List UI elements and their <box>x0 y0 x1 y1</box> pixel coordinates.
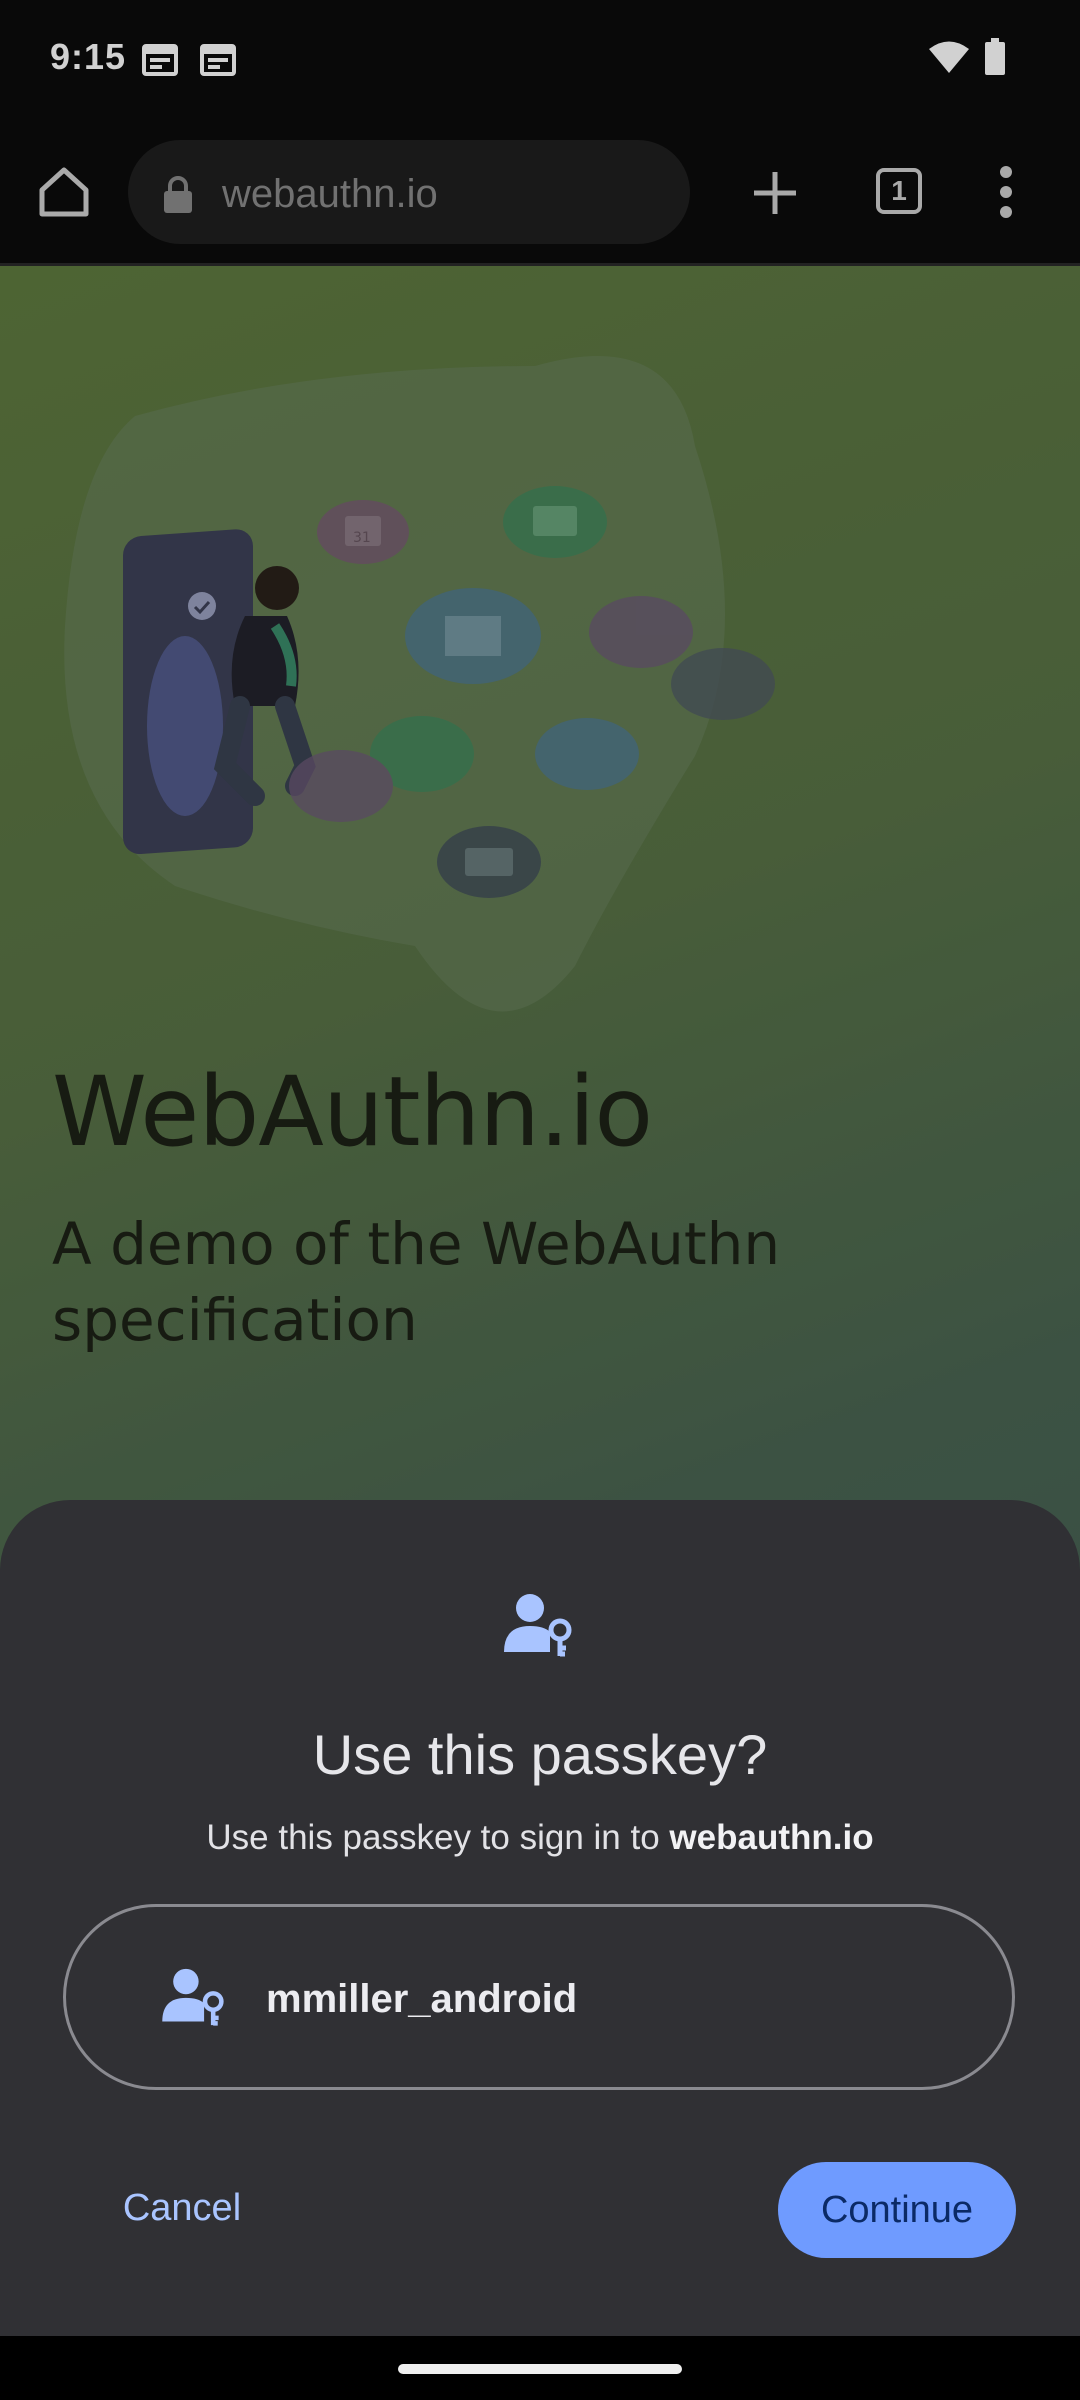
passkey-account-option[interactable]: mmiller_android <box>63 1904 1015 2090</box>
sheet-title: Use this passkey? <box>312 1723 768 1786</box>
account-username: mmiller_android <box>266 1977 578 2021</box>
sheet-subtitle-text: Use this passkey to sign in to <box>206 1818 660 1857</box>
passkey-bottom-sheet: Use this passkey? Use this passkey to si… <box>0 1500 1080 2336</box>
system-nav-bar <box>0 2336 1080 2400</box>
gesture-handle[interactable] <box>398 2364 682 2374</box>
passkey-icon <box>504 1594 572 1657</box>
sheet-subtitle-domain: webauthn.io <box>669 1818 874 1857</box>
passkey-icon <box>162 1968 224 2026</box>
continue-button[interactable]: Continue <box>778 2162 1016 2258</box>
cancel-button[interactable]: Cancel <box>92 2168 272 2248</box>
sheet-subtitle: Use this passkey to sign in to webauthn.… <box>0 1818 1080 1858</box>
